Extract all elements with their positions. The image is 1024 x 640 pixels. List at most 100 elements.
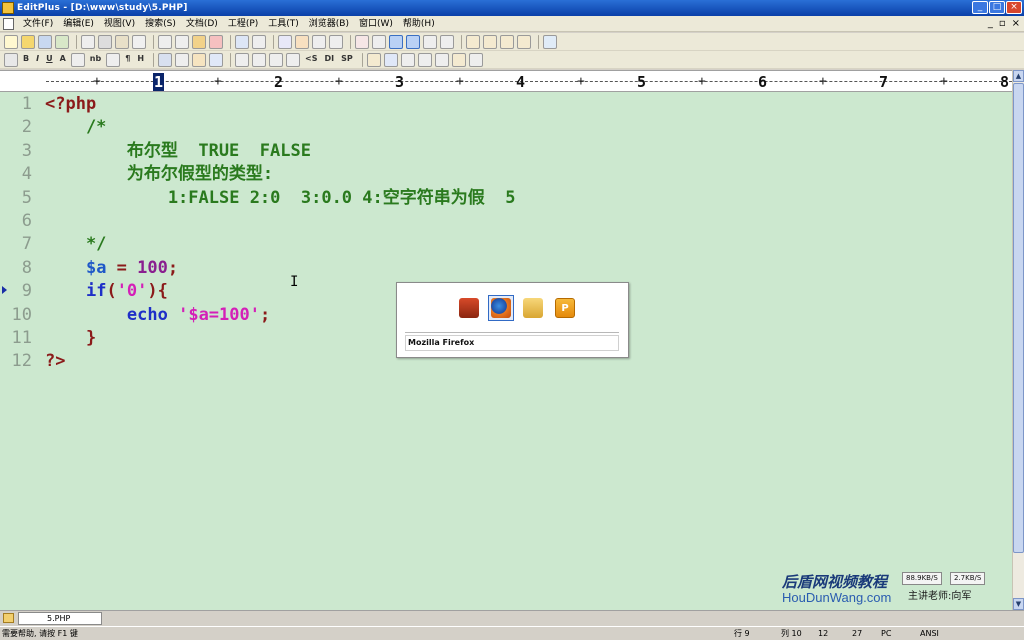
toolbar-divider — [153, 34, 154, 49]
code-token: echo — [126, 304, 168, 325]
scroll-down-arrow-icon[interactable]: ▼ — [1013, 598, 1024, 610]
anchor-icon[interactable] — [192, 52, 207, 67]
style-icon[interactable] — [451, 52, 466, 67]
menu-file[interactable]: 文件(F) — [18, 16, 58, 32]
menu-tools[interactable]: 工具(T) — [263, 16, 304, 32]
iframe-icon[interactable] — [434, 52, 449, 67]
menu-project[interactable]: 工程(P) — [223, 16, 263, 32]
code-token: 为布尔假型的类型: — [45, 164, 274, 185]
p-app-icon[interactable]: P — [552, 295, 578, 321]
span-button[interactable]: SP — [339, 53, 355, 67]
paragraph-button[interactable]: ¶ — [123, 53, 132, 67]
script-icon[interactable] — [383, 52, 398, 67]
house-icon[interactable] — [456, 295, 482, 321]
doc-close-button[interactable]: × — [1012, 18, 1020, 30]
spell-check-icon[interactable] — [115, 34, 129, 49]
undo-icon[interactable] — [235, 34, 249, 49]
word-wrap-icon[interactable] — [389, 34, 403, 49]
redo-icon[interactable] — [252, 34, 266, 49]
tab-5-php[interactable]: 5.PHP — [18, 612, 102, 625]
maximize-button[interactable]: □ — [989, 1, 1005, 14]
break-icon[interactable] — [106, 52, 121, 67]
menu-search[interactable]: 搜索(S) — [140, 16, 181, 32]
help-icon[interactable] — [543, 34, 557, 49]
menu-window[interactable]: 窗口(W) — [354, 16, 398, 32]
ruler-toggle-icon[interactable] — [406, 34, 420, 49]
print-icon[interactable] — [98, 34, 112, 49]
list-icon[interactable] — [286, 52, 301, 67]
ruler-tick: + — [577, 74, 585, 89]
code-line[interactable]: 5 1:FALSE 2:0 3:0.0 4:空字符串为假 5 — [0, 187, 1012, 210]
menu-browser[interactable]: 浏览器(B) — [304, 16, 354, 32]
div-button[interactable]: DI — [322, 53, 336, 67]
paste-icon[interactable] — [192, 34, 206, 49]
goto-icon[interactable] — [312, 34, 326, 49]
doc-minimize-button[interactable]: _ — [988, 18, 993, 30]
indent-icon[interactable] — [329, 34, 343, 49]
find-icon[interactable] — [278, 34, 292, 49]
directory-window-icon[interactable] — [466, 34, 480, 49]
ruler-number: 3 — [395, 73, 405, 91]
center-icon[interactable] — [70, 52, 85, 67]
italic-button[interactable]: I — [34, 53, 41, 67]
cut-icon[interactable] — [158, 34, 172, 49]
save-all-icon[interactable] — [55, 34, 69, 49]
image-icon[interactable] — [158, 52, 173, 67]
scroll-up-arrow-icon[interactable]: ▲ — [1013, 70, 1024, 82]
firefox-icon[interactable] — [488, 295, 514, 321]
doc-restore-button[interactable]: ▫ — [999, 18, 1006, 30]
frame-icon[interactable] — [417, 52, 432, 67]
ruler[interactable]: + 1 + 2 + 3 + 4 + 5 + 6 + 7 + 8 — [0, 70, 1012, 92]
output-window-icon[interactable] — [500, 34, 514, 49]
code-line[interactable]: 2 /* — [0, 116, 1012, 139]
copy-icon[interactable] — [175, 34, 189, 49]
code-line[interactable]: 8 $a = 100; — [0, 257, 1012, 280]
hr-icon[interactable] — [175, 52, 190, 67]
menu-view[interactable]: 视图(V) — [99, 16, 140, 32]
menu-document[interactable]: 文档(D) — [181, 16, 223, 32]
menu-edit[interactable]: 编辑(E) — [58, 16, 99, 32]
close-button[interactable]: × — [1006, 1, 1022, 14]
scrollbar-thumb[interactable] — [1013, 83, 1024, 553]
comment-icon[interactable] — [400, 52, 415, 67]
line-number-icon[interactable] — [423, 34, 437, 49]
link-icon[interactable] — [209, 52, 224, 67]
code-line[interactable]: 6 — [0, 210, 1012, 233]
browser-icon[interactable] — [132, 34, 146, 49]
replace-icon[interactable] — [295, 34, 309, 49]
print-preview-icon[interactable] — [81, 34, 95, 49]
color-picker-icon[interactable] — [468, 52, 483, 67]
code-line[interactable]: 7 */ — [0, 233, 1012, 256]
strike-button[interactable]: <S — [303, 53, 319, 67]
minimize-button[interactable]: _ — [972, 1, 988, 14]
code-line[interactable]: 4 为布尔假型的类型: — [0, 163, 1012, 186]
new-file-icon[interactable] — [4, 34, 18, 49]
heading-button[interactable]: H — [135, 53, 146, 67]
code-line[interactable]: 1 <?php — [0, 93, 1012, 116]
column-select-icon[interactable] — [440, 34, 454, 49]
delete-icon[interactable] — [209, 34, 223, 49]
align-icon[interactable] — [252, 52, 267, 67]
save-icon[interactable] — [38, 34, 52, 49]
menu-help[interactable]: 帮助(H) — [398, 16, 440, 32]
vertical-scrollbar[interactable]: ▲ ▼ — [1012, 70, 1024, 610]
editplus-app-icon[interactable] — [2, 2, 14, 14]
folder-icon[interactable] — [520, 295, 546, 321]
cliptext-window-icon[interactable] — [483, 34, 497, 49]
fullscreen-icon[interactable] — [517, 34, 531, 49]
document-icon[interactable] — [3, 17, 14, 30]
hex-view-icon[interactable] — [372, 34, 386, 49]
code-line[interactable]: 3 布尔型 TRUE FALSE — [0, 140, 1012, 163]
underline-button[interactable]: U — [44, 53, 55, 67]
html-toolbar-icon[interactable] — [4, 52, 18, 67]
form-icon[interactable] — [366, 52, 381, 67]
table-icon[interactable] — [235, 52, 250, 67]
nbsp-button[interactable]: nb — [88, 53, 103, 67]
font-color-button[interactable]: A — [58, 53, 68, 67]
watermark-brand: 后盾网视频教程 — [782, 573, 888, 591]
pre-icon[interactable] — [269, 52, 284, 67]
open-file-icon[interactable] — [21, 34, 35, 49]
bold-button[interactable]: B — [21, 53, 31, 67]
font-icon[interactable] — [355, 34, 369, 49]
tab-folder-icon[interactable] — [3, 613, 14, 623]
